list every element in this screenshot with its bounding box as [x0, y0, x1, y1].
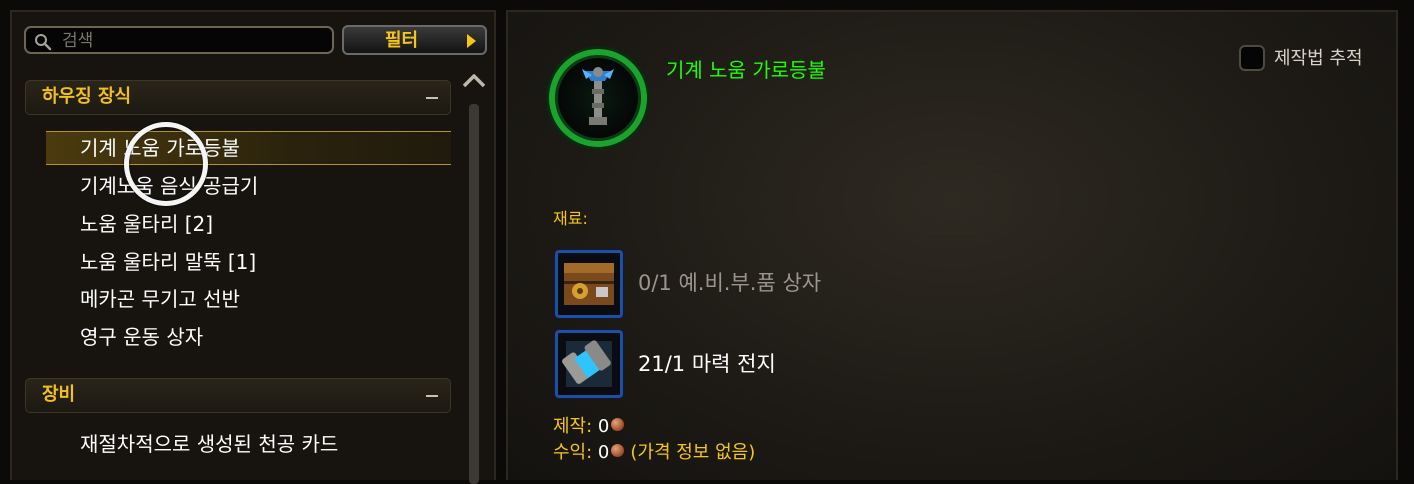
- copper-coin-icon: [611, 444, 625, 457]
- recipe-detail-panel: 기계 노움 가로등불 제작법 추적 재료: 0/1 예.비.부.품 상자 21/…: [506, 10, 1398, 480]
- craft-cost-value: 0: [597, 416, 610, 437]
- recipe-item[interactable]: 메카곤 무기고 선반: [46, 283, 451, 315]
- collapse-icon[interactable]: [426, 395, 438, 397]
- scrollbar[interactable]: [469, 104, 479, 484]
- track-recipe-checkbox[interactable]: [1239, 45, 1265, 71]
- profit-label: 수익:: [553, 442, 593, 463]
- recipe-item[interactable]: 노움 울타리 [2]: [46, 208, 451, 240]
- reagent-label: 21/1 마력 전지: [638, 352, 776, 376]
- reagent-label: 0/1 예.비.부.품 상자: [638, 271, 822, 295]
- recipe-item-label: 노움 울타리 말뚝 [1]: [80, 250, 257, 274]
- recipe-item-label: 메카곤 무기고 선반: [80, 287, 240, 311]
- category-header-housing-decor[interactable]: 하우징 장식: [25, 80, 451, 115]
- search-input[interactable]: 검색: [24, 26, 334, 54]
- materials-label: 재료:: [553, 209, 588, 228]
- frame-edge: [1398, 0, 1414, 466]
- cursor-highlight-ring: [124, 122, 208, 206]
- recipe-item[interactable]: 기계 노움 가로등불: [46, 131, 451, 165]
- item-title: 기계 노움 가로등불: [666, 58, 826, 82]
- search-icon: [35, 34, 52, 51]
- no-price-note: (가격 정보 없음): [630, 442, 756, 463]
- filter-button[interactable]: 필터: [342, 25, 487, 55]
- recipe-list-panel: 검색 필터 하우징 장식 기계 노움 가로등불 기계노움 음식 공급기 노움 울…: [10, 10, 496, 484]
- chevron-right-icon: [467, 34, 476, 48]
- recipe-item[interactable]: 영구 운동 상자: [46, 321, 451, 353]
- filter-label: 필터: [384, 30, 419, 51]
- search-placeholder: 검색: [62, 31, 94, 51]
- collapse-icon[interactable]: [426, 97, 438, 99]
- power-cell-icon[interactable]: [555, 330, 623, 398]
- recipe-item-label: 영구 운동 상자: [80, 325, 204, 349]
- lamppost-icon: [549, 49, 647, 147]
- recipe-item[interactable]: 노움 울타리 말뚝 [1]: [46, 246, 451, 278]
- crate-icon[interactable]: [555, 250, 623, 318]
- track-recipe-label: 제작법 추적: [1274, 48, 1363, 69]
- recipe-item-label: 노움 울타리 [2]: [80, 212, 214, 236]
- craft-cost-row: 제작: 0: [553, 416, 625, 438]
- category-label: 장비: [42, 384, 76, 405]
- copper-coin-icon: [611, 418, 625, 431]
- profit-row: 수익: 0 (가격 정보 없음): [553, 442, 755, 464]
- scroll-up-icon[interactable]: [461, 70, 487, 94]
- profit-value: 0: [597, 442, 610, 463]
- category-label: 하우징 장식: [42, 86, 132, 107]
- craft-cost-label: 제작:: [553, 416, 593, 437]
- category-header-equipment[interactable]: 장비: [25, 378, 451, 413]
- recipe-item[interactable]: 기계노움 음식 공급기: [46, 170, 451, 202]
- recipe-item[interactable]: 재절차적으로 생성된 천공 카드: [46, 428, 451, 460]
- recipe-item-label: 재절차적으로 생성된 천공 카드: [80, 432, 339, 456]
